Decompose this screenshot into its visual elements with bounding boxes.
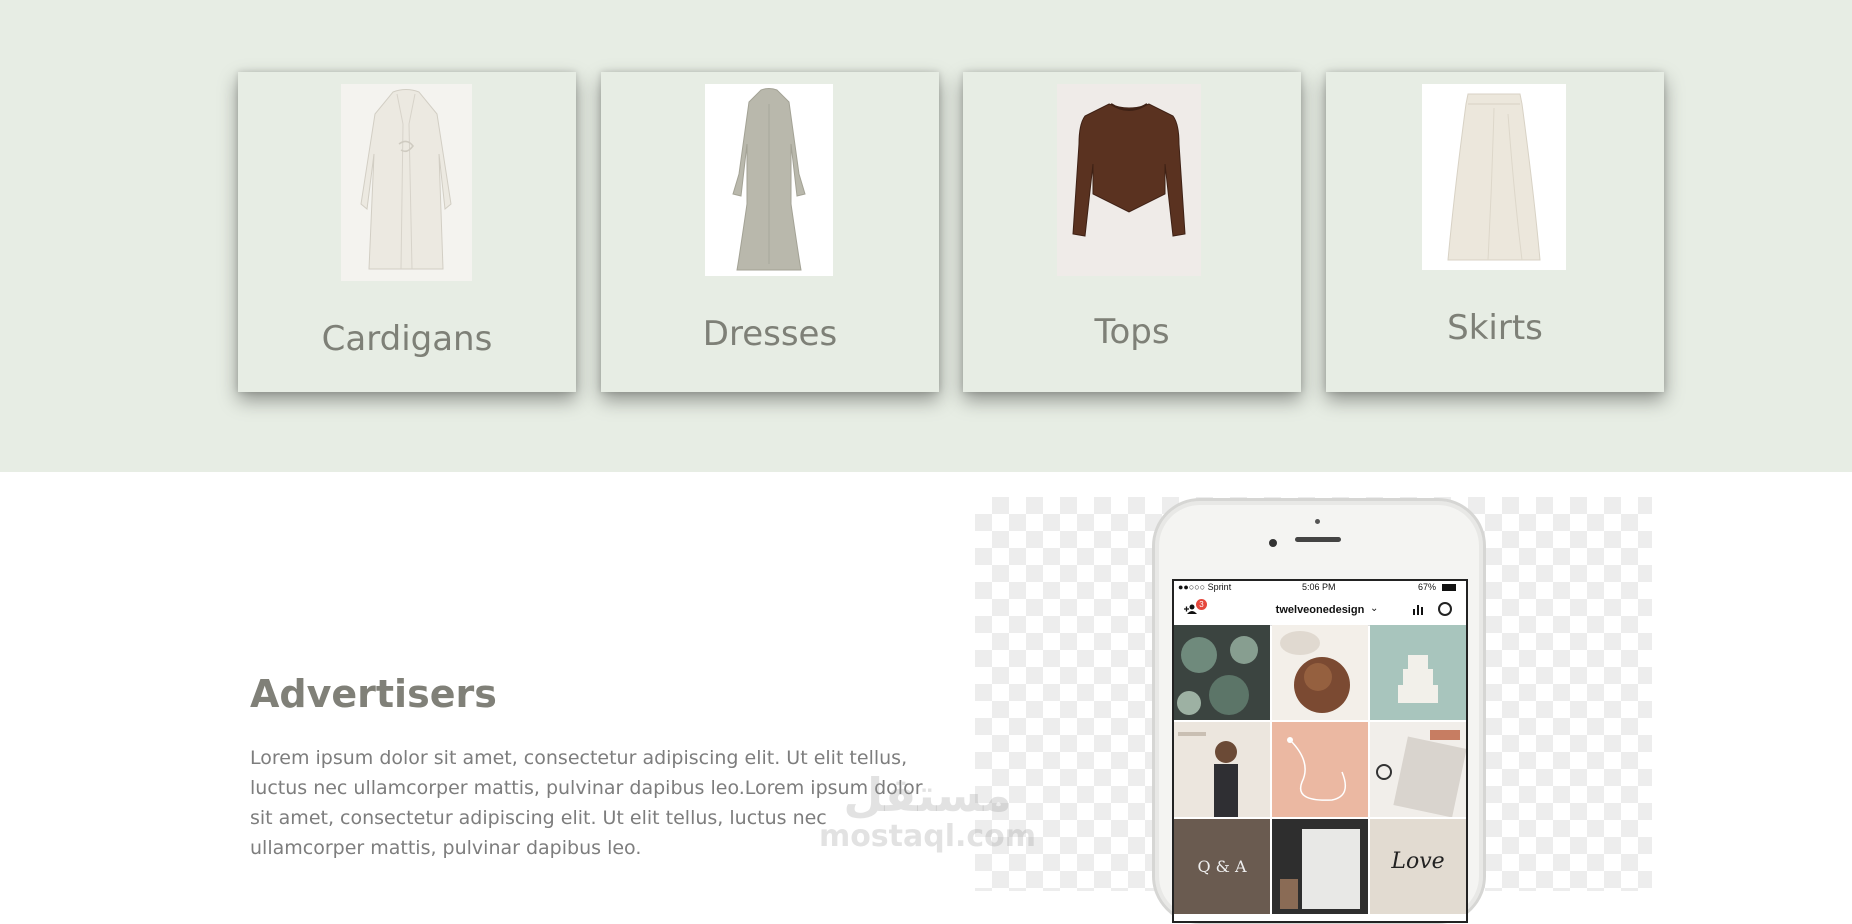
advertisers-title: Advertisers <box>250 672 497 716</box>
photo-cake[interactable] <box>1370 625 1466 720</box>
photo-desk[interactable] <box>1370 722 1466 817</box>
category-card-dresses[interactable]: Dresses <box>601 72 939 392</box>
photo-muffin[interactable] <box>1272 625 1368 720</box>
phone-mockup: ●●○○○ Sprint 5:06 PM 67% 3 twelveonedesi… <box>1152 498 1486 924</box>
phone-screen: ●●○○○ Sprint 5:06 PM 67% 3 twelveonedesi… <box>1172 579 1468 923</box>
category-card-tops[interactable]: Tops <box>963 72 1301 392</box>
phone-speaker <box>1295 537 1341 542</box>
photo-caption: Love <box>1391 849 1445 874</box>
photo-succulents[interactable] <box>1174 625 1270 720</box>
dress-image <box>705 84 833 276</box>
category-label: Cardigans <box>321 319 493 359</box>
category-label: Tops <box>1094 312 1170 352</box>
watermark-arabic: مستقل <box>843 768 1012 822</box>
cardigan-image <box>341 84 472 281</box>
photo-woman[interactable] <box>1174 722 1270 817</box>
stats-icon[interactable] <box>1412 603 1426 615</box>
battery-icon <box>1442 584 1456 591</box>
chevron-down-icon[interactable]: ⌄ <box>1370 603 1378 614</box>
battery-text: 67% <box>1418 582 1437 592</box>
skirt-image <box>1422 84 1566 270</box>
photo-peach-art[interactable] <box>1272 722 1368 817</box>
phone-sensor <box>1315 519 1320 524</box>
photo-qa[interactable]: Q & A <box>1174 819 1270 914</box>
watermark: مستقل mostaql.com <box>815 770 1040 854</box>
gear-icon[interactable] <box>1438 602 1452 616</box>
clock-text: 5:06 PM <box>1302 582 1336 592</box>
photo-love[interactable]: Love <box>1370 819 1466 914</box>
category-card-cardigans[interactable]: Cardigans <box>238 72 576 392</box>
category-label: Skirts <box>1447 308 1543 348</box>
photo-window[interactable] <box>1272 819 1368 914</box>
phone-camera <box>1269 539 1277 547</box>
category-card-skirts[interactable]: Skirts <box>1326 72 1664 392</box>
phone-status-bar: ●●○○○ Sprint 5:06 PM 67% <box>1174 581 1466 595</box>
category-label: Dresses <box>702 314 838 354</box>
instagram-header: 3 twelveonedesign ⌄ <box>1174 595 1466 626</box>
top-image <box>1057 84 1201 276</box>
carrier-text: ●●○○○ Sprint <box>1178 582 1232 592</box>
photo-caption: Q & A <box>1197 857 1247 876</box>
watermark-latin: mostaql.com <box>818 819 1037 854</box>
